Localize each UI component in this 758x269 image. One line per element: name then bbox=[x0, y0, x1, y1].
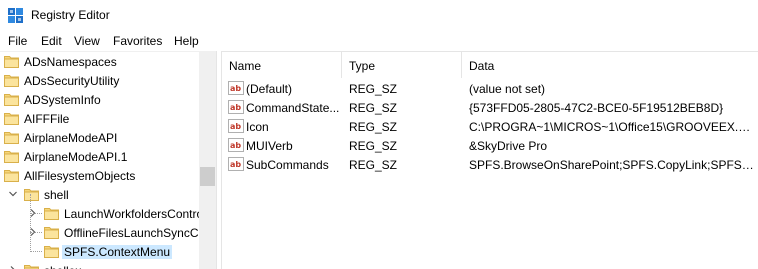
value-row[interactable]: ab (Default) REG_SZ (value not set) bbox=[222, 79, 758, 98]
registry-editor-icon bbox=[8, 8, 23, 23]
tree-item[interactable]: ADsSecurityUtility bbox=[0, 71, 200, 90]
tree-connector-line bbox=[30, 232, 42, 233]
folder-icon bbox=[4, 130, 19, 144]
tree-connector-line bbox=[30, 194, 31, 252]
tree-item[interactable]: AirplaneModeAPI.1 bbox=[0, 147, 200, 166]
tree-item-label: AirplaneModeAPI.1 bbox=[24, 150, 128, 164]
value-row[interactable]: ab CommandState... REG_SZ {573FFD05-2805-47… bbox=[222, 98, 758, 117]
tree-connector-line bbox=[30, 251, 42, 252]
tree-item[interactable]: ADsNamespaces bbox=[0, 52, 200, 71]
tree-item-label: ADsNamespaces bbox=[24, 55, 117, 69]
value-type: REG_SZ bbox=[349, 82, 398, 96]
tree-item-label: LaunchWorkfoldersContro bbox=[64, 207, 204, 221]
value-data: C:\PROGRA~1\MICROS~1\Office15\GROOVEEX.D… bbox=[469, 120, 756, 134]
tree-item-label: ADSystemInfo bbox=[24, 93, 101, 107]
tree-item-label: AirplaneModeAPI bbox=[24, 131, 118, 145]
string-value-icon: ab bbox=[228, 100, 244, 114]
tree-item-label: shell bbox=[44, 188, 69, 202]
column-header-name[interactable]: Name bbox=[222, 52, 342, 78]
column-header-type[interactable]: Type bbox=[342, 52, 462, 78]
folder-icon bbox=[44, 225, 59, 239]
value-row[interactable]: ab Icon REG_SZ C:\PROGRA~1\MICROS~1\Office1… bbox=[222, 117, 758, 136]
tree-scrollbar[interactable] bbox=[199, 51, 216, 269]
tree-scroll-thumb[interactable] bbox=[200, 167, 215, 186]
menu-favorites[interactable]: Favorites bbox=[113, 34, 162, 48]
folder-icon bbox=[4, 111, 19, 125]
menu-edit[interactable]: Edit bbox=[41, 34, 62, 48]
value-name: SubCommands bbox=[246, 158, 329, 172]
string-value-icon: ab bbox=[228, 157, 244, 171]
window-title: Registry Editor bbox=[31, 8, 110, 22]
value-type: REG_SZ bbox=[349, 120, 398, 134]
svg-text:ab: ab bbox=[230, 103, 241, 112]
values-list[interactable]: Name Type Data ab (Default) REG_SZ (value n… bbox=[222, 51, 758, 269]
value-name: CommandState... bbox=[246, 101, 340, 115]
tree-item-label: SPFS.ContextMenu bbox=[62, 245, 173, 259]
tree-item[interactable]: ADSystemInfo bbox=[0, 90, 200, 109]
value-row[interactable]: ab MUIVerb REG_SZ &SkyDrive Pro bbox=[222, 136, 758, 155]
folder-icon bbox=[4, 54, 19, 68]
menu-file[interactable]: File bbox=[8, 34, 27, 48]
tree-connector-line bbox=[30, 213, 42, 214]
tree-item-label: AllFilesystemObjects bbox=[24, 169, 136, 183]
tree-item-label: shellex bbox=[44, 264, 81, 269]
folder-icon bbox=[24, 187, 39, 201]
value-data: SPFS.BrowseOnSharePoint;SPFS.CopyLink;SP… bbox=[469, 158, 756, 172]
folder-icon bbox=[4, 92, 19, 106]
key-tree[interactable]: ADsNamespaces ADsSecurityUtility ADSystemI… bbox=[0, 51, 216, 269]
value-data: {573FFD05-2805-47C2-BCE0-5F19512BEB8D} bbox=[469, 101, 724, 115]
value-data: (value not set) bbox=[469, 82, 546, 96]
chevron-down-icon[interactable] bbox=[8, 189, 18, 199]
title-bar: Registry Editor bbox=[0, 0, 758, 31]
value-type: REG_SZ bbox=[349, 101, 398, 115]
value-name: (Default) bbox=[246, 82, 293, 96]
value-type: REG_SZ bbox=[349, 158, 398, 172]
tree-item-label: OfflineFilesLaunchSyncCe bbox=[64, 226, 206, 240]
svg-text:ab: ab bbox=[230, 160, 241, 169]
tree-item[interactable]: AirplaneModeAPI bbox=[0, 128, 200, 147]
value-row[interactable]: ab SubCommands REG_SZ SPFS.BrowseOnSharePoi… bbox=[222, 155, 758, 174]
tree-item[interactable]: AllFilesystemObjects bbox=[0, 166, 200, 185]
value-name: Icon bbox=[246, 120, 269, 134]
tree-item[interactable]: AIFFFile bbox=[0, 109, 200, 128]
menu-help[interactable]: Help bbox=[174, 34, 199, 48]
tree-item-label: AIFFFile bbox=[24, 112, 70, 126]
svg-text:ab: ab bbox=[230, 84, 241, 93]
folder-icon bbox=[44, 244, 59, 258]
svg-text:ab: ab bbox=[230, 122, 241, 131]
svg-text:ab: ab bbox=[230, 141, 241, 150]
menu-bar: File Edit View Favorites Help bbox=[0, 31, 758, 51]
string-value-icon: ab bbox=[228, 81, 244, 95]
column-header-data[interactable]: Data bbox=[462, 52, 758, 78]
folder-icon bbox=[44, 206, 59, 220]
string-value-icon: ab bbox=[228, 138, 244, 152]
value-type: REG_SZ bbox=[349, 139, 398, 153]
folder-icon bbox=[4, 149, 19, 163]
folder-icon bbox=[24, 263, 39, 269]
folder-icon bbox=[4, 73, 19, 87]
value-name: MUIVerb bbox=[246, 139, 293, 153]
value-data: &SkyDrive Pro bbox=[469, 139, 548, 153]
chevron-right-icon[interactable] bbox=[8, 265, 18, 269]
menu-view[interactable]: View bbox=[74, 34, 100, 48]
string-value-icon: ab bbox=[228, 119, 244, 133]
tree-item[interactable]: shellex bbox=[0, 261, 200, 269]
tree-item-label: ADsSecurityUtility bbox=[24, 74, 120, 88]
folder-icon bbox=[4, 168, 19, 182]
